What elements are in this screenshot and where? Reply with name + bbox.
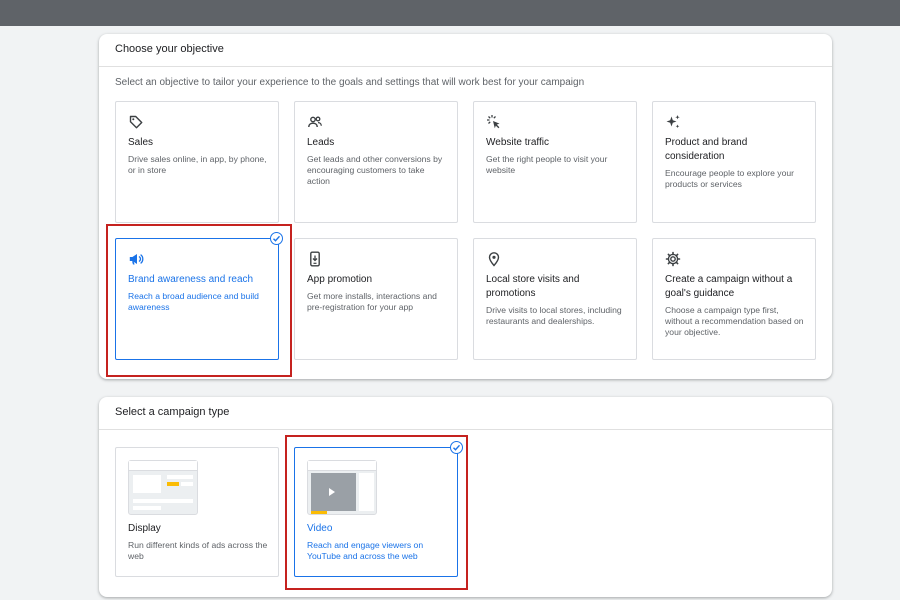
- card-title: Brand awareness and reach: [128, 274, 254, 285]
- objective-card-leads[interactable]: Leads Get leads and other conversions by…: [294, 101, 458, 223]
- card-description: Get the right people to visit your websi…: [486, 154, 608, 175]
- sparkle-icon: [666, 115, 680, 129]
- campaign-type-card-display[interactable]: Display Run different kinds of ads acros…: [115, 447, 279, 577]
- objective-card-website-traffic[interactable]: Website traffic Get the right people to …: [473, 101, 637, 223]
- card-title: Product and brand consideration: [665, 137, 748, 162]
- divider: [99, 66, 832, 67]
- objective-card-product-brand-consideration[interactable]: Product and brand consideration Encourag…: [652, 101, 816, 223]
- card-title: Website traffic: [486, 137, 549, 148]
- objective-card-local-store-visits[interactable]: Local store visits and promotions Drive …: [473, 238, 637, 360]
- gear-icon: [665, 251, 681, 267]
- card-title: Create a campaign without a goal's guida…: [665, 274, 793, 299]
- objective-panel: Choose your objective Select an objectiv…: [99, 34, 832, 379]
- location-pin-icon: [488, 252, 500, 267]
- campaign-type-card-video[interactable]: Video Reach and engage viewers on YouTub…: [294, 447, 458, 577]
- objective-card-app-promotion[interactable]: App promotion Get more installs, interac…: [294, 238, 458, 360]
- card-description: Encourage people to explore your product…: [665, 168, 794, 189]
- tag-icon: [129, 115, 143, 129]
- card-description: Reach and engage viewers on YouTube and …: [307, 540, 424, 561]
- card-description: Reach a broad audience and build awarene…: [128, 291, 259, 312]
- card-description: Choose a campaign type first, without a …: [665, 305, 804, 337]
- selected-check-icon: [450, 441, 463, 454]
- divider: [99, 429, 832, 430]
- objective-card-sales[interactable]: Sales Drive sales online, in app, by pho…: [115, 101, 279, 223]
- card-title: Video: [307, 523, 333, 534]
- selected-check-icon: [270, 232, 283, 245]
- card-title: Leads: [307, 137, 335, 148]
- objective-card-brand-awareness-reach[interactable]: Brand awareness and reach Reach a broad …: [115, 238, 279, 360]
- phone-icon: [310, 251, 320, 267]
- card-title: Sales: [128, 137, 154, 148]
- people-icon: [308, 116, 322, 128]
- card-description: Get leads and other conversions by encou…: [307, 154, 443, 186]
- top-bar: [0, 0, 900, 26]
- campaign-type-panel: Select a campaign type Display Run diffe…: [99, 397, 832, 597]
- card-title: Local store visits and promotions: [486, 274, 580, 299]
- campaign-type-panel-title: Select a campaign type: [115, 406, 230, 418]
- video-ad-thumbnail-icon: [307, 460, 377, 515]
- card-description: Get more installs, interactions and pre-…: [307, 291, 437, 312]
- card-description: Run different kinds of ads across the we…: [128, 540, 268, 561]
- cursor-click-icon: [487, 115, 500, 129]
- objective-panel-title: Choose your objective: [115, 43, 224, 55]
- card-description: Drive sales online, in app, by phone, or…: [128, 154, 267, 175]
- display-ad-thumbnail-icon: [128, 460, 198, 515]
- card-title: App promotion: [307, 274, 373, 285]
- objective-card-no-goal-guidance[interactable]: Create a campaign without a goal's guida…: [652, 238, 816, 360]
- card-title: Display: [128, 523, 161, 534]
- megaphone-icon: [129, 254, 144, 265]
- objective-panel-subtitle: Select an objective to tailor your exper…: [115, 77, 585, 88]
- card-description: Drive visits to local stores, including …: [486, 305, 622, 326]
